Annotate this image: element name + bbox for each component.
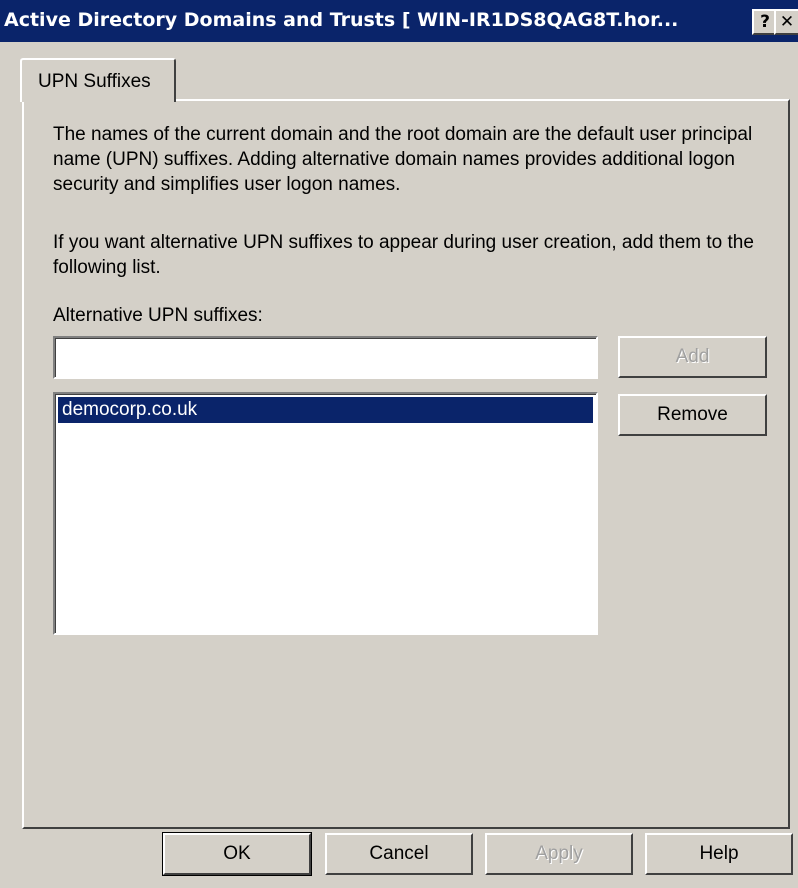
apply-button-label: Apply [535, 843, 583, 864]
list-item[interactable]: democorp.co.uk [58, 397, 593, 423]
suffix-input[interactable] [53, 336, 598, 379]
ok-button-label: OK [223, 843, 251, 864]
cancel-button-label: Cancel [369, 843, 429, 864]
help-button-label: Help [699, 843, 739, 864]
add-button[interactable]: Add [618, 336, 767, 378]
suffix-list[interactable]: democorp.co.uk [53, 392, 598, 635]
remove-button[interactable]: Remove [618, 394, 767, 436]
remove-button-label: Remove [657, 404, 728, 425]
tab-label: UPN Suffixes [38, 71, 151, 92]
add-button-label: Add [675, 346, 710, 367]
ok-button[interactable]: OK [162, 832, 312, 876]
apply-button[interactable]: Apply [485, 833, 633, 875]
cancel-button[interactable]: Cancel [325, 833, 473, 875]
window-title: Active Directory Domains and Trusts [ WI… [4, 9, 679, 31]
suffix-label: Alternative UPN suffixes: [53, 305, 263, 326]
help-button[interactable]: Help [645, 833, 793, 875]
description-text: The names of the current domain and the … [53, 124, 753, 195]
instruction-text: If you want alternative UPN suffixes to … [53, 232, 754, 278]
tab-upn-suffixes[interactable]: UPN Suffixes [20, 58, 176, 102]
title-bar[interactable]: Active Directory Domains and Trusts [ WI… [0, 0, 798, 42]
close-icon[interactable]: ✕ [774, 9, 798, 35]
